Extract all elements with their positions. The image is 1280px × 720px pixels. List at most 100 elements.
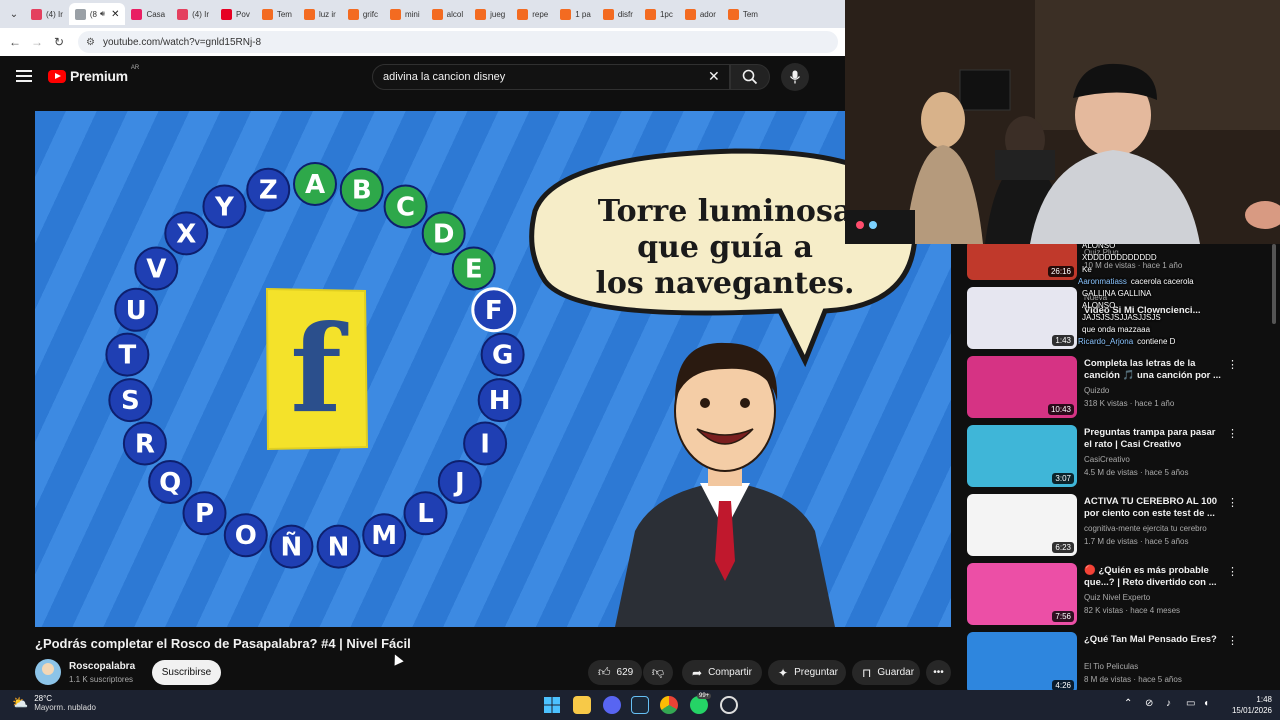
- related-video-title[interactable]: 🔴 ¿Quién es más probable que...? | Reto …: [1084, 565, 1224, 589]
- obs-icon[interactable]: [720, 696, 738, 714]
- related-video-title[interactable]: Preguntas trampa para pasar el rato | Ca…: [1084, 427, 1224, 451]
- tray-chevron-icon[interactable]: ⌃: [1124, 698, 1132, 709]
- browser-tab[interactable]: (4) Ir: [25, 3, 69, 25]
- video-thumbnail[interactable]: 26:16: [967, 240, 1077, 280]
- browser-tab[interactable]: Pov: [215, 3, 256, 25]
- share-button[interactable]: ➦ Compartir: [682, 660, 762, 685]
- browser-tab[interactable]: disfr: [597, 3, 639, 25]
- related-video-channel[interactable]: CasiCreativo: [1084, 455, 1130, 464]
- tray-app-icon[interactable]: ⊘: [1145, 698, 1153, 709]
- browser-tab[interactable]: Tem: [722, 3, 764, 25]
- url-field[interactable]: ⚙ youtube.com/watch?v=gnld15RNj-8: [78, 31, 838, 53]
- video-duration: 1:43: [1052, 335, 1074, 346]
- browser-tab[interactable]: Tem: [256, 3, 298, 25]
- related-video-item[interactable]: 4:26 ¿Qué Tan Mal Pensado Eres? El Tio Pel…: [965, 632, 1265, 696]
- tab-audio-icon[interactable]: 🔊︎: [100, 9, 105, 19]
- rosco-letter: Z: [246, 167, 291, 212]
- video-thumbnail[interactable]: 6:23: [967, 494, 1077, 556]
- related-video-channel[interactable]: Quizdo: [1084, 386, 1109, 395]
- browser-tab[interactable]: Casa: [125, 3, 171, 25]
- video-duration: 6:23: [1052, 542, 1074, 553]
- video-thumbnail[interactable]: 1:43: [967, 287, 1077, 349]
- ask-button[interactable]: ✦ Preguntar: [768, 660, 846, 685]
- menu-icon[interactable]: [16, 70, 32, 82]
- tab-search-icon[interactable]: ⌄: [3, 3, 25, 25]
- tab-favicon-icon: [177, 8, 189, 20]
- chat-message: ALONSO: [1078, 300, 1278, 312]
- site-info-icon[interactable]: ⚙: [86, 37, 95, 48]
- video-options-icon[interactable]: ⋮: [1227, 427, 1238, 440]
- network-icon[interactable]: ▭: [1186, 698, 1195, 709]
- save-button[interactable]: ⊓ Guardar: [852, 660, 920, 685]
- windows-start-icon[interactable]: [543, 696, 561, 714]
- center-letter-card: f: [265, 287, 369, 451]
- browser-tab[interactable]: repe: [511, 3, 554, 25]
- browser-tab[interactable]: (8 🔊︎ ✕: [68, 3, 126, 25]
- related-video-title[interactable]: ACTIVA TU CEREBRO AL 100 por ciento con …: [1084, 496, 1224, 520]
- browser-tab[interactable]: luz ir: [298, 3, 342, 25]
- video-player[interactable]: f Torre luminosa que guía a los navegant…: [35, 111, 951, 627]
- related-video-channel[interactable]: Quiz Nivel Experto: [1084, 593, 1150, 602]
- youtube-logo[interactable]: Premium AR: [48, 65, 139, 84]
- clear-search-icon[interactable]: ✕: [708, 68, 720, 85]
- system-clock[interactable]: 1:48 15/01/2026: [1222, 694, 1272, 716]
- search-button[interactable]: [730, 64, 770, 90]
- file-explorer-icon[interactable]: [573, 696, 591, 714]
- browser-tab[interactable]: 1pc: [639, 3, 679, 25]
- reload-icon[interactable]: ↻: [48, 35, 70, 49]
- video-options-icon[interactable]: ⋮: [1227, 358, 1238, 371]
- like-button[interactable]: 👍︎ 629: [588, 660, 642, 685]
- sparkle-icon: ✦: [778, 665, 789, 680]
- microphone-icon: [789, 70, 801, 84]
- bubble-line-3: los navegantes.: [595, 266, 854, 301]
- subscribe-button[interactable]: Suscribirse: [152, 660, 221, 685]
- channel-name[interactable]: Roscopalabra: [69, 661, 135, 672]
- rosco-letter-label: F: [485, 296, 503, 326]
- browser-tab[interactable]: ador: [679, 3, 722, 25]
- search-input[interactable]: adivina la cancion disney: [372, 64, 730, 90]
- browser-tab[interactable]: alcol: [426, 3, 469, 25]
- rosco-letter-label: Q: [159, 468, 181, 498]
- rosco-letter: Y: [202, 184, 247, 229]
- video-options-icon[interactable]: ⋮: [1227, 496, 1238, 509]
- related-video-item[interactable]: 6:23 ACTIVA TU CEREBRO AL 100 por ciento …: [965, 494, 1265, 558]
- steam-icon[interactable]: [631, 696, 649, 714]
- tab-label: Tem: [742, 9, 758, 19]
- video-options-icon[interactable]: ⋮: [1227, 634, 1238, 647]
- rosco-letter-label: X: [176, 219, 196, 249]
- forward-icon[interactable]: →: [26, 35, 48, 49]
- tray-mic-icon[interactable]: ♪: [1166, 698, 1171, 709]
- more-actions-button[interactable]: •••: [926, 660, 951, 685]
- related-video-item[interactable]: 10:43 Completa las letras de la canción 🎵…: [965, 356, 1265, 420]
- browser-tab[interactable]: grifc: [342, 3, 384, 25]
- related-video-channel[interactable]: cognitiva-mente ejercita tu cerebro: [1084, 524, 1207, 533]
- related-video-item[interactable]: 7:56 🔴 ¿Quién es más probable que...? | R…: [965, 563, 1265, 627]
- video-thumbnail[interactable]: 4:26: [967, 632, 1077, 694]
- related-video-title[interactable]: Completa las letras de la canción 🎵 una …: [1084, 358, 1224, 382]
- chrome-icon[interactable]: [660, 696, 678, 714]
- browser-tab[interactable]: mini: [384, 3, 426, 25]
- notification-badge: 99+: [697, 693, 712, 699]
- dislike-button[interactable]: 👎︎: [643, 660, 673, 685]
- video-thumbnail[interactable]: 10:43: [967, 356, 1077, 418]
- related-video-item[interactable]: 3:07 Preguntas trampa para pasar el rato …: [965, 425, 1265, 489]
- browser-tab[interactable]: 1 pa: [554, 3, 597, 25]
- voice-search-button[interactable]: [781, 63, 809, 91]
- tab-label: ador: [699, 9, 716, 19]
- video-options-icon[interactable]: ⋮: [1227, 565, 1238, 578]
- browser-tab[interactable]: (4) Ir: [171, 3, 215, 25]
- related-video-title[interactable]: ¿Qué Tan Mal Pensado Eres?: [1084, 634, 1224, 646]
- channel-avatar[interactable]: [35, 659, 61, 685]
- rosco-letter-label: G: [492, 341, 513, 371]
- mouse-cursor: [390, 652, 404, 666]
- related-video-channel[interactable]: El Tio Peliculas: [1084, 662, 1138, 671]
- back-icon[interactable]: ←: [4, 35, 26, 49]
- video-thumbnail[interactable]: 3:07: [967, 425, 1077, 487]
- volume-icon[interactable]: ◖: [1203, 698, 1209, 709]
- weather-widget[interactable]: ⛅ 28°C Mayorm. nublado: [12, 694, 96, 712]
- tab-favicon-icon: [221, 8, 233, 20]
- discord-icon[interactable]: [603, 696, 621, 714]
- close-tab-icon[interactable]: ✕: [111, 9, 119, 20]
- video-thumbnail[interactable]: 7:56: [967, 563, 1077, 625]
- browser-tab[interactable]: jueg: [469, 3, 511, 25]
